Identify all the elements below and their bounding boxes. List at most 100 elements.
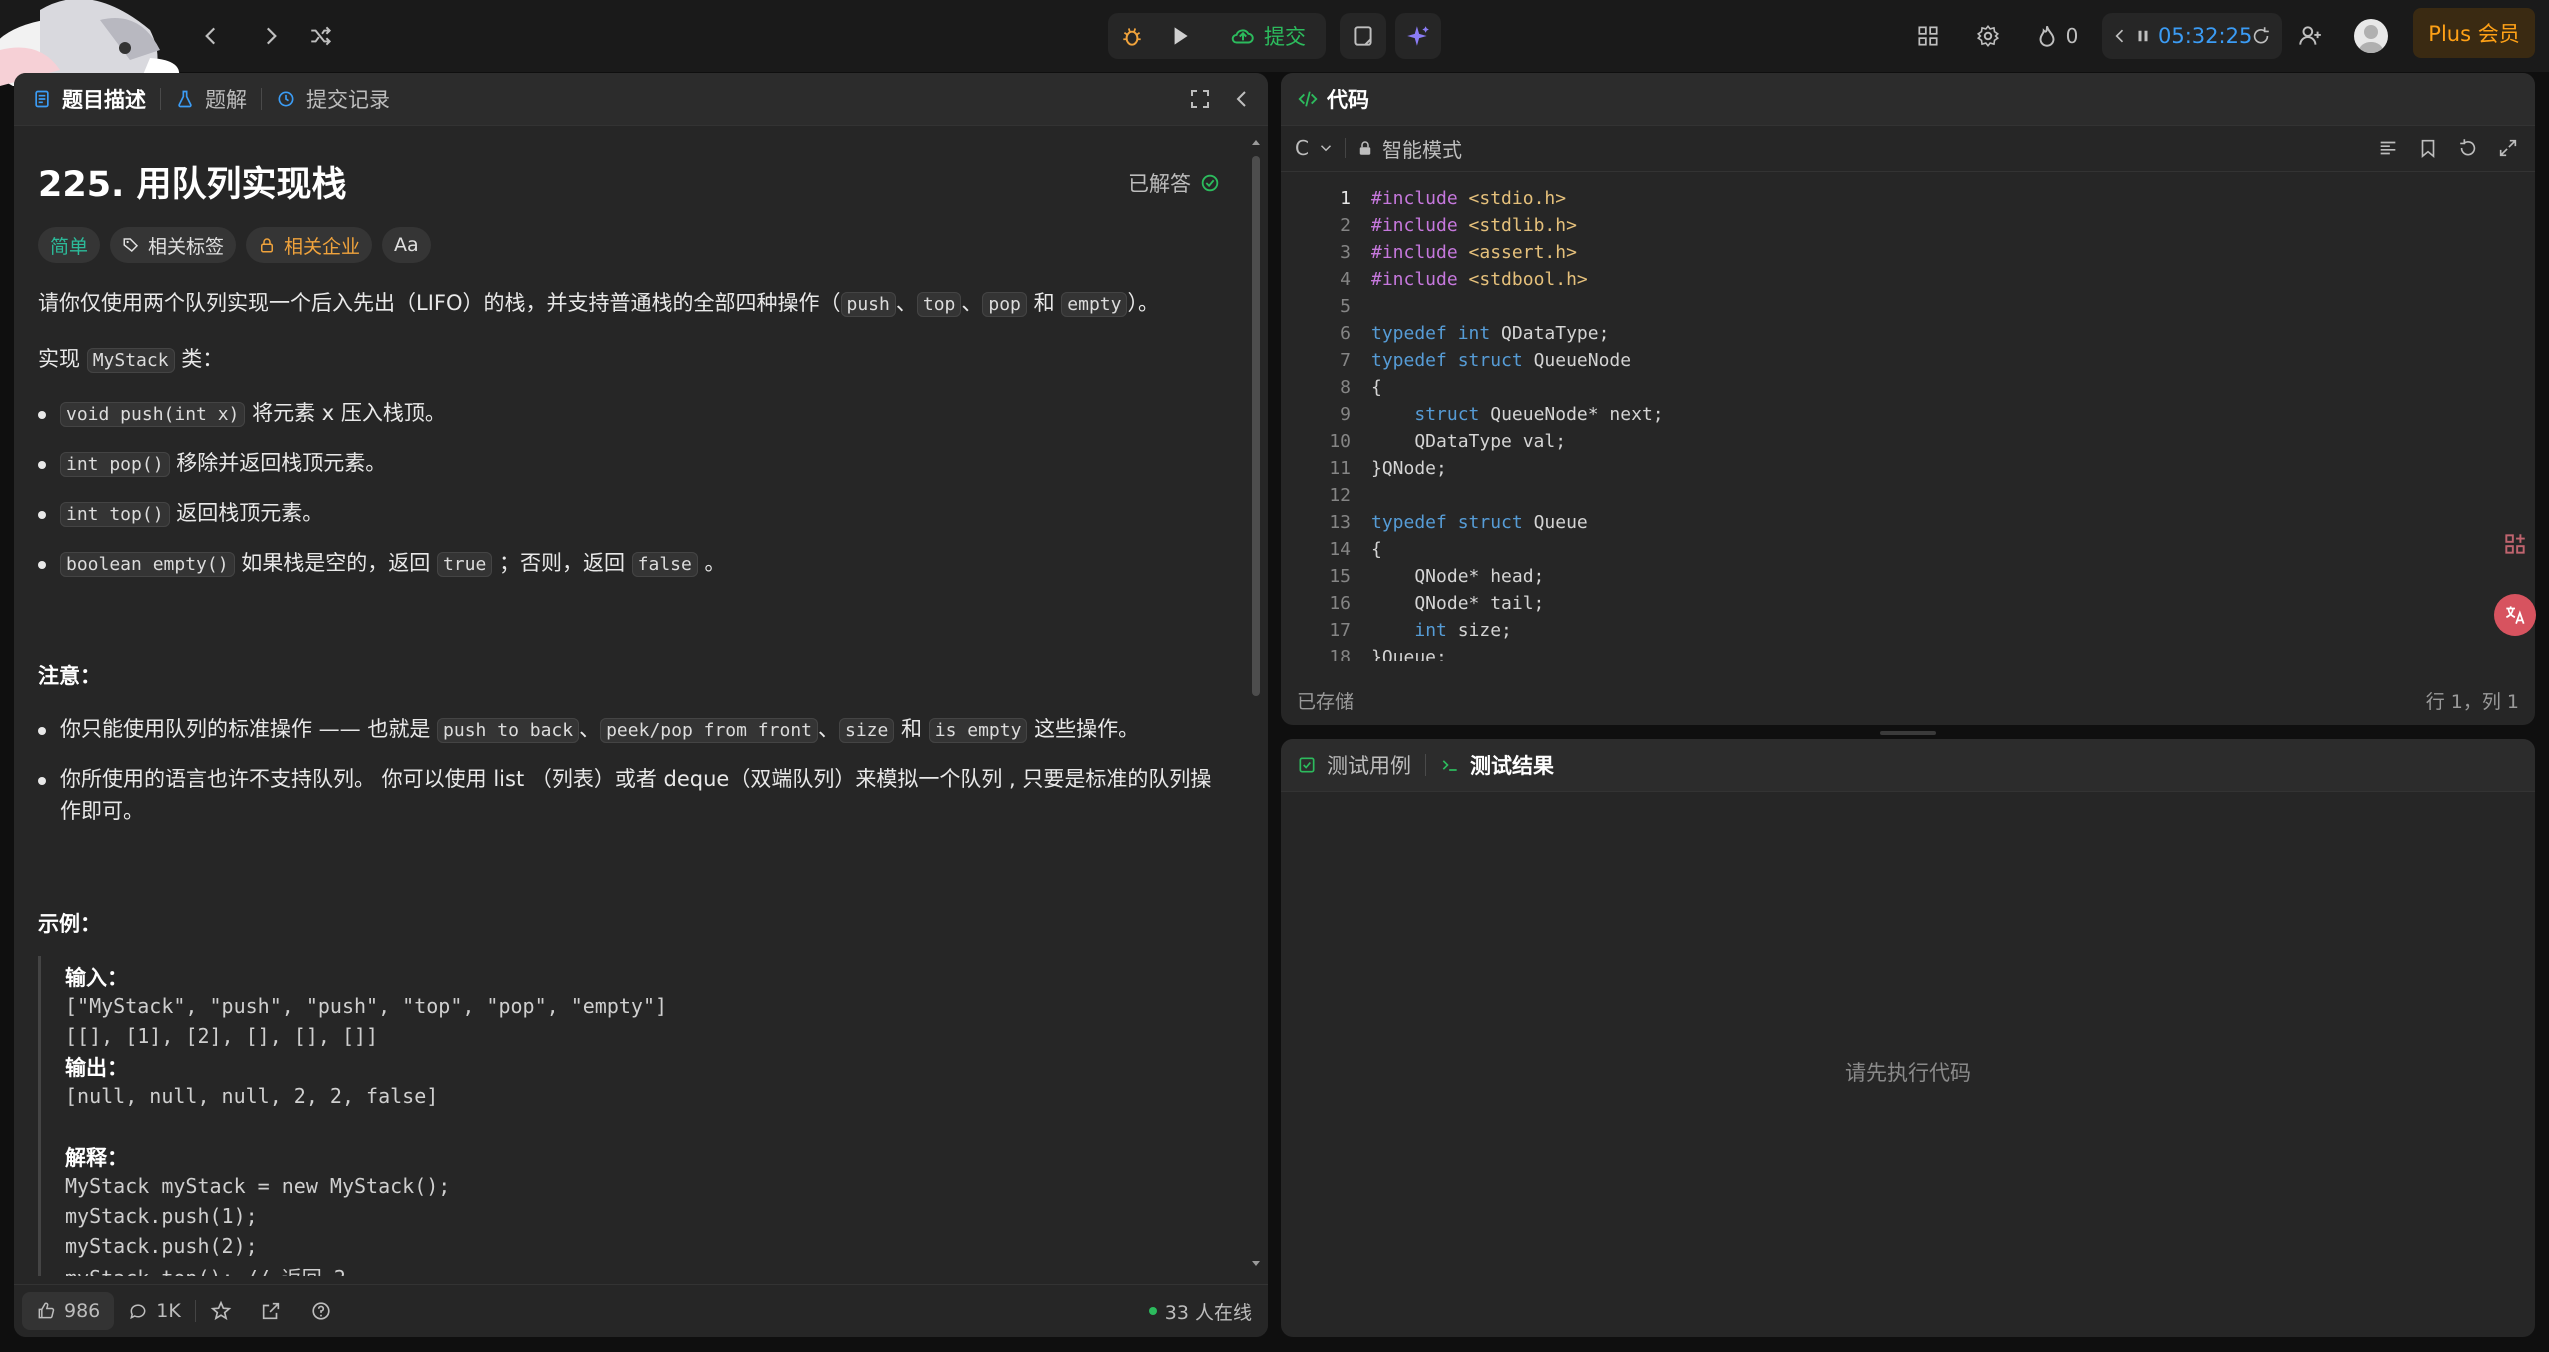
difficulty-badge: 简单: [38, 227, 101, 263]
random-problem-button[interactable]: [304, 20, 338, 52]
note-text: 作即可。: [60, 798, 144, 823]
chevron-left-icon: [2115, 29, 2124, 43]
code-line[interactable]: 6 typedef int QDataType;: [1281, 320, 2535, 347]
line-number: 12: [1329, 485, 1351, 506]
line-source: QDataType val;: [1371, 431, 1567, 452]
code-line[interactable]: 8{: [1281, 374, 2535, 401]
code-line[interactable]: 9 struct QueueNode* next;: [1281, 401, 2535, 428]
prev-problem-button[interactable]: [196, 20, 226, 52]
editor-actions: [2377, 137, 2519, 159]
code-line[interactable]: 2 #include <stdlib.h>: [1281, 212, 2535, 239]
description-scrollbar[interactable]: [1250, 140, 1262, 1270]
method-item: void push(int x) 将元素 x 压入栈顶。: [38, 398, 446, 430]
tab-description[interactable]: 题目描述: [14, 73, 160, 125]
submit-button[interactable]: 提交: [1212, 16, 1324, 56]
code-line[interactable]: 17 int size;: [1281, 617, 2535, 644]
example-heading: 示例：: [38, 912, 101, 936]
font-size-button[interactable]: Aa: [382, 227, 431, 263]
code-panel-header: 代码: [1281, 73, 2535, 126]
code-line[interactable]: 10 QDataType val;: [1281, 428, 2535, 455]
method-item: int top() 返回栈顶元素。: [38, 498, 323, 530]
code-editor[interactable]: 1 #include <stdio.h> 2 #include <stdlib.h> 3…: [1281, 185, 2535, 661]
debug-button[interactable]: [1112, 16, 1152, 56]
streak-counter[interactable]: 0: [2030, 18, 2082, 54]
code-line[interactable]: 12: [1281, 482, 2535, 509]
avatar[interactable]: [2354, 19, 2388, 53]
ai-assistant-button[interactable]: [1395, 13, 1441, 59]
line-source: struct QueueNode* next;: [1414, 404, 1664, 425]
comment-count: 1K: [156, 1300, 181, 1322]
expand-icon: [1191, 90, 1209, 108]
run-button[interactable]: [1160, 16, 1200, 56]
method-desc: 移除并返回栈顶元素。: [176, 451, 387, 475]
favorite-button[interactable]: [196, 1300, 246, 1322]
language-select[interactable]: C: [1295, 136, 1335, 160]
code-line[interactable]: 11}QNode;: [1281, 455, 2535, 482]
fullscreen-button[interactable]: [1188, 87, 1212, 111]
widget-button[interactable]: [2496, 525, 2534, 563]
code-line[interactable]: 14 {: [1281, 536, 2535, 563]
help-button[interactable]: [296, 1300, 346, 1322]
document-icon: [35, 90, 49, 108]
problem-title[interactable]: 225. 用队列实现栈: [38, 156, 347, 207]
code-line[interactable]: 1 #include <stdio.h>: [1281, 185, 2535, 212]
share-icon: [262, 1302, 279, 1320]
tag-icon: [123, 238, 139, 253]
bug-icon: [1123, 28, 1141, 46]
tab-submissions[interactable]: 提交记录: [262, 73, 404, 125]
bookmark-icon[interactable]: [2417, 137, 2439, 159]
check-circle-icon: [1201, 174, 1219, 192]
collapse-panel-button[interactable]: [1230, 87, 1254, 111]
add-user-icon: [2299, 26, 2321, 45]
save-status: 已存储: [1297, 690, 1355, 713]
gear-icon: [1976, 24, 2000, 48]
tab-solutions[interactable]: 题解: [161, 73, 261, 125]
toolbar-border: [1281, 171, 2535, 172]
code-line[interactable]: 18}Queue;: [1281, 644, 2535, 661]
layout-button[interactable]: [1910, 18, 1946, 54]
line-number: 1: [1340, 188, 1351, 209]
related-tags-button[interactable]: 相关标签: [110, 227, 237, 263]
method-code: void push(int x): [60, 402, 246, 427]
plus-membership-button[interactable]: Plus 会员: [2413, 8, 2535, 58]
example-explain-line: myStack.top(); // 返回 2: [65, 1262, 346, 1276]
code-line[interactable]: 13 typedef struct Queue: [1281, 509, 2535, 536]
code-line[interactable]: 3 #include <assert.h>: [1281, 239, 2535, 266]
code-line[interactable]: 16 QNode* tail;: [1281, 590, 2535, 617]
tab-test-results[interactable]: 测试结果: [1426, 739, 1568, 791]
note-item: 你所使用的语言也许不支持队列。 你可以使用 list （列表）或者 deque（…: [38, 764, 1230, 827]
related-companies-button[interactable]: 相关企业: [246, 227, 373, 263]
note-item: 你只能使用队列的标准操作 —— 也就是 push to back、 peek/po…: [38, 714, 1139, 746]
smart-mode-toggle[interactable]: 智能模式: [1356, 134, 1462, 163]
code-line[interactable]: 4 #include <stdbool.h>: [1281, 266, 2535, 293]
translate-button[interactable]: [2494, 594, 2536, 636]
reset-timer-button[interactable]: [2244, 18, 2278, 54]
invite-button[interactable]: [2292, 18, 2328, 54]
reset-code-icon[interactable]: [2457, 137, 2479, 159]
code-panel-title: 代码: [1327, 88, 1369, 112]
layout-grid-icon: [1918, 26, 1938, 46]
code-line[interactable]: 7 typedef struct QueueNode: [1281, 347, 2535, 374]
tab-code[interactable]: 代码: [1281, 73, 1383, 125]
notes-button[interactable]: [1340, 13, 1386, 59]
expand-icon[interactable]: [2497, 137, 2519, 159]
example-input-label: 输入：: [65, 966, 128, 990]
value-true: true: [436, 552, 493, 577]
comments-button[interactable]: 1K: [114, 1300, 195, 1322]
share-button[interactable]: [246, 1300, 296, 1322]
line-source: #include <stdio.h>: [1371, 188, 1567, 209]
bullet-dot: [38, 561, 46, 569]
method-item: int pop() 移除并返回栈顶元素。: [38, 448, 386, 480]
like-count: 986: [64, 1300, 101, 1322]
format-icon[interactable]: [2377, 137, 2399, 159]
tab-test-cases[interactable]: 测试用例: [1281, 739, 1425, 791]
settings-button[interactable]: [1970, 18, 2006, 54]
panel-resize-handle[interactable]: [1880, 731, 1936, 735]
collapse-timer-button[interactable]: [2108, 18, 2132, 54]
code-line[interactable]: 5: [1281, 293, 2535, 320]
next-problem-button[interactable]: [256, 20, 286, 52]
scroll-thumb[interactable]: [1252, 156, 1260, 696]
code-line[interactable]: 15 QNode* head;: [1281, 563, 2535, 590]
like-button[interactable]: 986: [22, 1292, 115, 1330]
method-desc: 返回栈顶元素。: [176, 501, 324, 525]
